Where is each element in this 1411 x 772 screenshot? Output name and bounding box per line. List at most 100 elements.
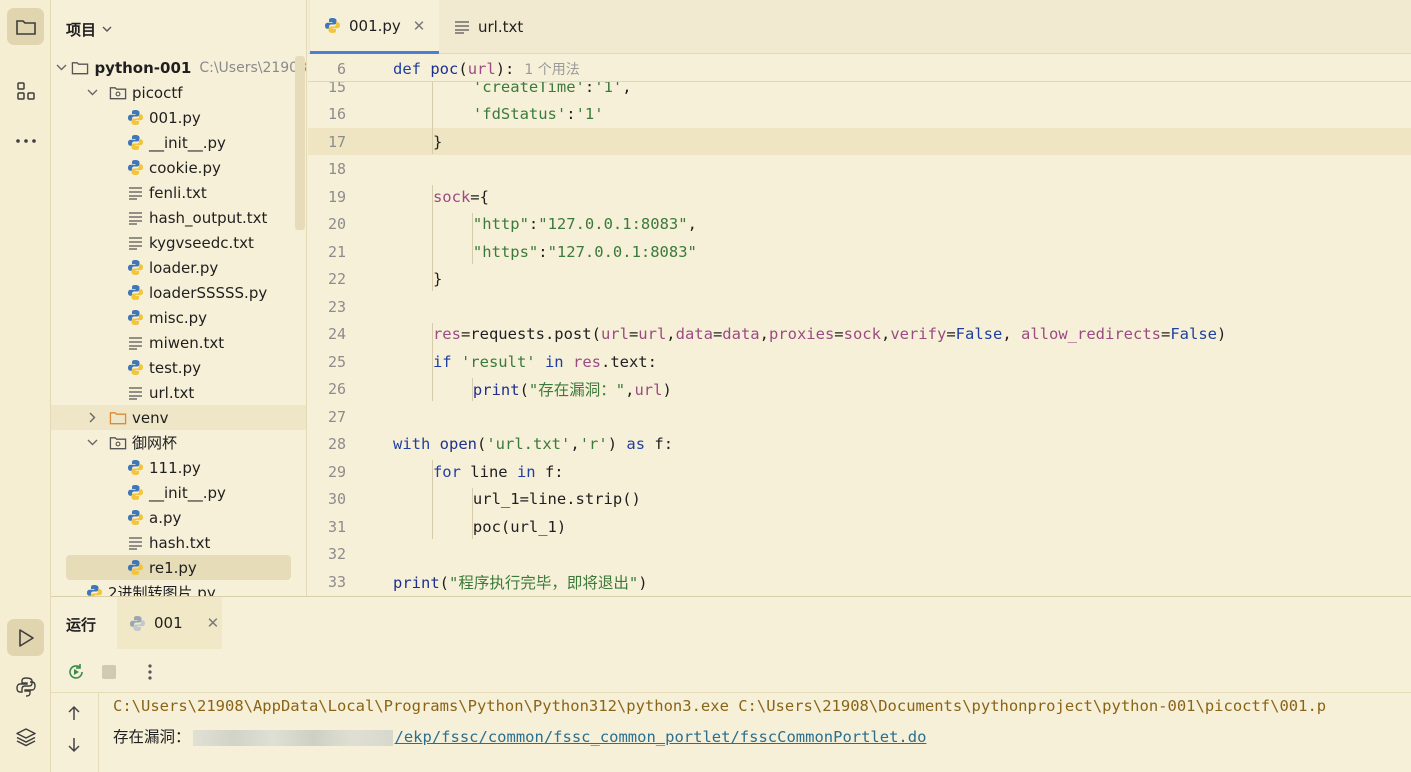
tree-item[interactable]: misc.py [51,305,306,330]
tree-item[interactable]: 111.py [51,455,306,480]
code-line[interactable]: 23 [308,293,1411,320]
package-folder-icon [109,84,127,102]
tree-item[interactable]: url.txt [51,380,306,405]
code-text: print("存在漏洞：",url) [472,381,672,399]
tree-item-label: python-001 [94,58,192,77]
run-side-toolbar [51,693,99,772]
python-file-icon [126,559,144,577]
code-line[interactable]: 18 [308,156,1411,183]
tree-item[interactable]: __init__.py [51,130,306,155]
code-line[interactable]: 19 sock={ [308,183,1411,210]
code-line[interactable]: 25 if 'result' in res.text: [308,348,1411,375]
run-result-line: 存在漏洞： /ekp/fssc/common/fssc_common_portle… [113,725,926,747]
code-line[interactable]: 26 print("存在漏洞：",url) [308,376,1411,403]
code-line[interactable]: 29 for line in f: [308,458,1411,485]
tree-item[interactable]: hash.txt [51,530,306,555]
code-line[interactable]: 16 'fdStatus':'1' [308,101,1411,128]
code-line[interactable]: 31 poc(url_1) [308,513,1411,540]
more-tools-button[interactable] [7,122,44,159]
line-number: 30 [327,490,346,508]
run-tab-001[interactable]: 001 ✕ [117,597,222,649]
sticky-function-header[interactable]: 6 def poc(url): 1 个用法 [308,55,1411,82]
tree-item[interactable]: loaderSSSSS.py [51,280,306,305]
tab-001-py[interactable]: 001.py ✕ [310,0,440,54]
run-tab-label: 001 [154,614,183,632]
tree-item[interactable]: re1.py [66,555,291,580]
run-panel: 运行 001 ✕ C:\Users\21908\AppData\Local\Pr… [51,596,1411,772]
code-line[interactable]: 27 [308,403,1411,430]
project-header[interactable]: 项目 [66,17,112,41]
run-tool-button[interactable] [7,619,44,656]
tree-item[interactable]: test.py [51,355,306,380]
stop-icon[interactable] [101,664,117,680]
line-number: 23 [327,297,346,316]
redacted-host [192,729,393,746]
code-line[interactable]: 17} [308,128,1411,155]
indent-guide [432,75,433,154]
more-vertical-icon[interactable] [147,663,153,681]
tree-item[interactable]: venv [51,405,306,430]
tree-item-label: __init__.py [149,133,226,152]
rerun-icon[interactable] [66,662,86,682]
project-folder-button[interactable] [7,8,44,45]
python-file-icon [126,159,144,177]
tree-item[interactable]: kygvseedc.txt [51,230,306,255]
line-number: 21 [327,242,346,261]
python-file-icon [126,109,144,127]
chevron-down-icon[interactable] [85,89,99,96]
chevron-down-icon[interactable] [85,439,99,446]
line-number: 33 [327,572,346,591]
tree-item[interactable]: cookie.py [51,155,306,180]
tree-item[interactable]: loader.py [51,255,306,280]
package-folder-icon [109,434,127,452]
close-icon[interactable]: ✕ [413,17,426,35]
tree-item[interactable]: fenli.txt [51,180,306,205]
run-command-line: C:\Users\21908\AppData\Local\Programs\Py… [113,697,1327,715]
venv-folder-icon [109,409,127,427]
python-file-icon [126,259,144,277]
tree-item[interactable]: __init__.py [51,480,306,505]
code-text: } [432,132,443,151]
chevron-down-icon[interactable] [56,64,67,71]
left-toolbar [0,0,51,772]
tree-item-label: url.txt [149,383,195,402]
tree-item[interactable]: python-001 C:\Users\21908 [51,55,306,80]
line-number: 24 [327,325,346,343]
code-line[interactable]: 30 url_1=line.strip() [308,486,1411,513]
tree-item[interactable]: a.py [51,505,306,530]
tree-item[interactable]: 御网杯 [51,430,306,455]
code-line[interactable]: 24 res=requests.post(url=url,data=data,pr… [308,321,1411,348]
structure-button[interactable] [7,72,44,109]
text-file-icon [126,334,144,352]
arrow-up-icon[interactable] [67,705,81,721]
tree-item-label: cookie.py [149,158,221,177]
indent-guide [472,377,473,401]
python-console-button[interactable] [7,668,44,705]
result-link[interactable]: /ekp/fssc/common/fssc_common_portlet/fss… [395,728,927,746]
line-number: 29 [327,462,346,481]
code-line[interactable]: 22} [308,266,1411,293]
line-number: 18 [327,160,346,178]
tree-item[interactable]: 2进制转图片.py [51,580,306,596]
code-line[interactable]: 28 with open('url.txt','r') as f: [308,431,1411,458]
text-file-icon [126,234,144,252]
chevron-right-icon[interactable] [85,412,99,423]
project-scrollbar[interactable] [295,56,305,230]
code-line[interactable]: 21 "https":"127.0.0.1:8083" [308,238,1411,265]
close-icon[interactable]: ✕ [207,614,220,632]
code-line[interactable]: 33 print("程序执行完毕，即将退出") [308,568,1411,595]
tree-item[interactable]: 001.py [51,105,306,130]
arrow-down-icon[interactable] [67,737,81,753]
code-line[interactable]: 32 [308,541,1411,568]
python-icon [130,615,145,631]
usage-hint[interactable]: 1 个用法 [524,62,579,78]
indent-guide [472,487,473,539]
tree-item[interactable]: miwen.txt [51,330,306,355]
text-file-icon [126,384,144,402]
code-line[interactable]: 20 "http":"127.0.0.1:8083", [308,211,1411,238]
editor-tab-bar: 001.py ✕ url.txt [308,0,1411,54]
tab-url-txt[interactable]: url.txt [440,0,537,54]
tree-item[interactable]: hash_output.txt [51,205,306,230]
tree-item[interactable]: picoctf [51,80,306,105]
layers-button[interactable] [7,718,44,755]
